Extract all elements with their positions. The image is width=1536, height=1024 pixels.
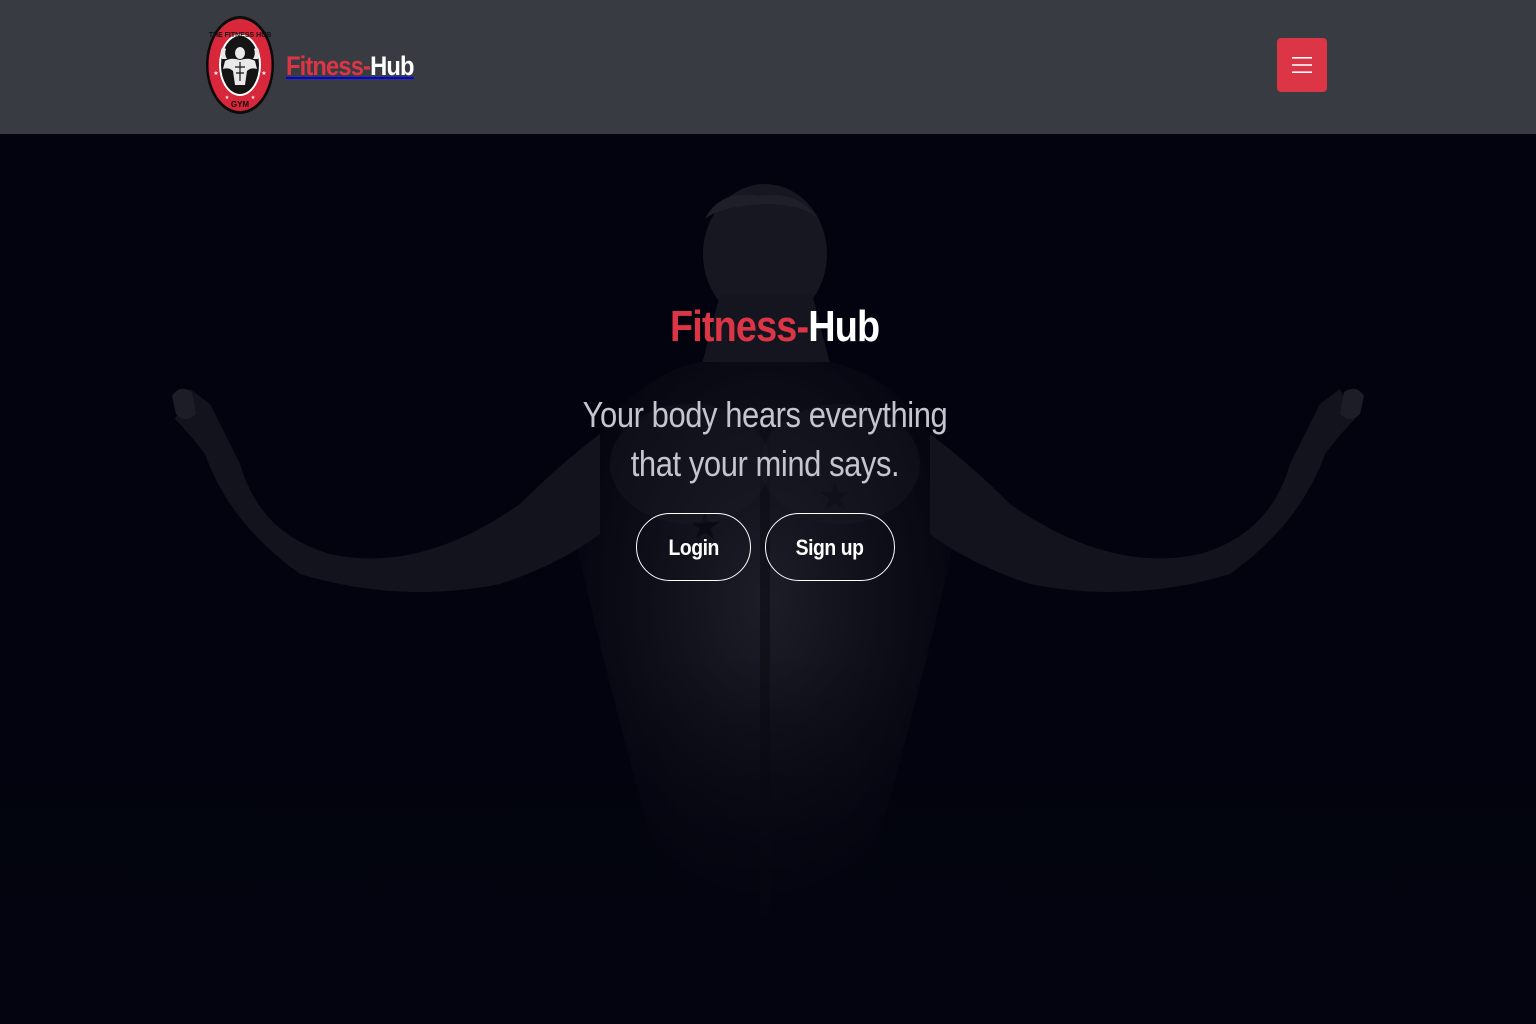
brand-name-part1: Fitness- <box>286 51 371 81</box>
login-button-label: Login <box>668 535 719 560</box>
hero-title-part1: Fitness- <box>670 302 809 351</box>
hero-tagline: Your body hears everything that your min… <box>465 390 1065 488</box>
brand-name[interactable]: Fitness-Hub <box>286 48 415 84</box>
menu-toggle-button[interactable] <box>1277 38 1327 92</box>
navbar: THE FITNESS HUB GYM ★ ★ ★ ★ Fitness-Hub <box>0 0 1536 134</box>
svg-text:★: ★ <box>251 95 256 101</box>
svg-text:★: ★ <box>225 95 230 101</box>
hamburger-menu-icon <box>1292 57 1312 73</box>
hero-background-image: ★ ★ <box>0 134 1536 1024</box>
hero-title-part2: Hub <box>808 302 881 351</box>
tagline-line1: Your body hears everything <box>582 394 948 435</box>
signup-button-label: Sign up <box>796 535 864 560</box>
hero-title: Fitness-Hub <box>0 301 1536 353</box>
svg-text:★: ★ <box>213 70 218 77</box>
tagline-line2: that your mind says. <box>630 443 900 484</box>
svg-text:THE FITNESS HUB: THE FITNESS HUB <box>209 32 272 39</box>
login-button[interactable]: Login <box>636 513 751 581</box>
signup-button[interactable]: Sign up <box>765 513 895 581</box>
gym-logo[interactable]: THE FITNESS HUB GYM ★ ★ ★ ★ <box>205 15 275 115</box>
gym-logo-icon: THE FITNESS HUB GYM ★ ★ ★ ★ <box>206 16 274 114</box>
hero-section: ★ ★ Fitness-Hub Your body hears everythi… <box>0 134 1536 1024</box>
svg-text:★: ★ <box>261 70 266 77</box>
svg-text:GYM: GYM <box>231 100 250 109</box>
brand-name-part2: Hub <box>370 51 414 81</box>
